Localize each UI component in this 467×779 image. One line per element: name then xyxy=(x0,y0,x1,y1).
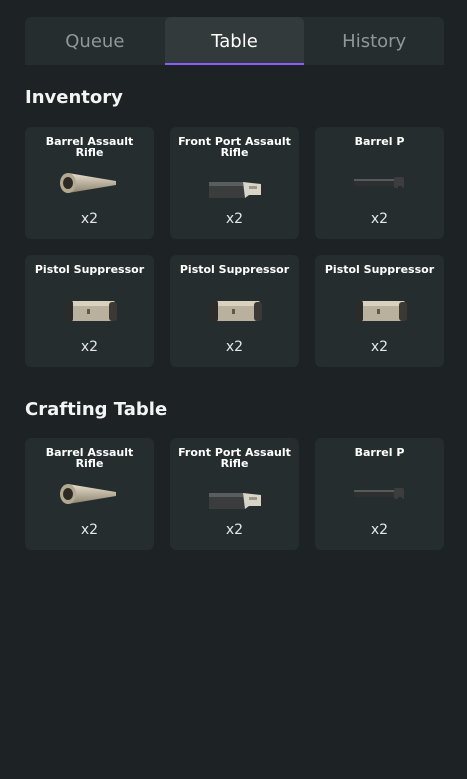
item-name: Front Port Assault Rifle xyxy=(178,135,291,159)
item-name: Barrel P xyxy=(354,135,405,148)
barrel-p-icon xyxy=(315,468,444,520)
crafting-panel: Queue Table History Inventory Barrel Ass… xyxy=(0,0,467,779)
barrel-icon xyxy=(25,157,154,209)
item-quantity: x2 xyxy=(225,339,244,355)
item-name: Barrel Assault Rifle xyxy=(45,135,134,159)
tab-queue[interactable]: Queue xyxy=(25,17,165,65)
item-quantity: x2 xyxy=(80,522,99,538)
crafting-item[interactable]: Barrel P x2 xyxy=(315,438,444,550)
item-quantity: x2 xyxy=(370,339,389,355)
item-name: Pistol Suppressor xyxy=(179,263,290,276)
item-quantity: x2 xyxy=(225,522,244,538)
barrel-p-icon xyxy=(315,157,444,209)
tab-bar: Queue Table History xyxy=(25,17,444,65)
barrel-icon xyxy=(25,468,154,520)
crafting-table-title: Crafting Table xyxy=(25,399,168,420)
item-name: Pistol Suppressor xyxy=(324,263,435,276)
item-quantity: x2 xyxy=(80,211,99,227)
crafting-grid: Barrel Assault Rifle x2 Front Port Assau… xyxy=(25,438,444,550)
suppressor-icon xyxy=(25,285,154,337)
crafting-item[interactable]: Front Port Assault Rifle x2 xyxy=(170,438,299,550)
item-name: Barrel P xyxy=(354,446,405,459)
tab-table[interactable]: Table xyxy=(164,17,305,65)
suppressor-icon xyxy=(170,285,299,337)
inventory-item[interactable]: Front Port Assault Rifle x2 xyxy=(170,127,299,239)
front-port-icon xyxy=(170,468,299,520)
item-name: Front Port Assault Rifle xyxy=(178,446,291,470)
item-quantity: x2 xyxy=(225,211,244,227)
inventory-title: Inventory xyxy=(25,87,123,108)
suppressor-icon xyxy=(315,285,444,337)
inventory-item[interactable]: Barrel Assault Rifle x2 xyxy=(25,127,154,239)
inventory-grid: Barrel Assault Rifle x2 Front Port Assau… xyxy=(25,127,444,367)
item-quantity: x2 xyxy=(370,522,389,538)
tab-history[interactable]: History xyxy=(304,17,444,65)
item-quantity: x2 xyxy=(370,211,389,227)
item-name: Pistol Suppressor xyxy=(34,263,145,276)
crafting-item[interactable]: Barrel Assault Rifle x2 xyxy=(25,438,154,550)
item-quantity: x2 xyxy=(80,339,99,355)
inventory-item[interactable]: Pistol Suppressor x2 xyxy=(170,255,299,367)
item-name: Barrel Assault Rifle xyxy=(45,446,134,470)
inventory-item[interactable]: Barrel P x2 xyxy=(315,127,444,239)
inventory-item[interactable]: Pistol Suppressor x2 xyxy=(315,255,444,367)
front-port-icon xyxy=(170,157,299,209)
inventory-item[interactable]: Pistol Suppressor x2 xyxy=(25,255,154,367)
